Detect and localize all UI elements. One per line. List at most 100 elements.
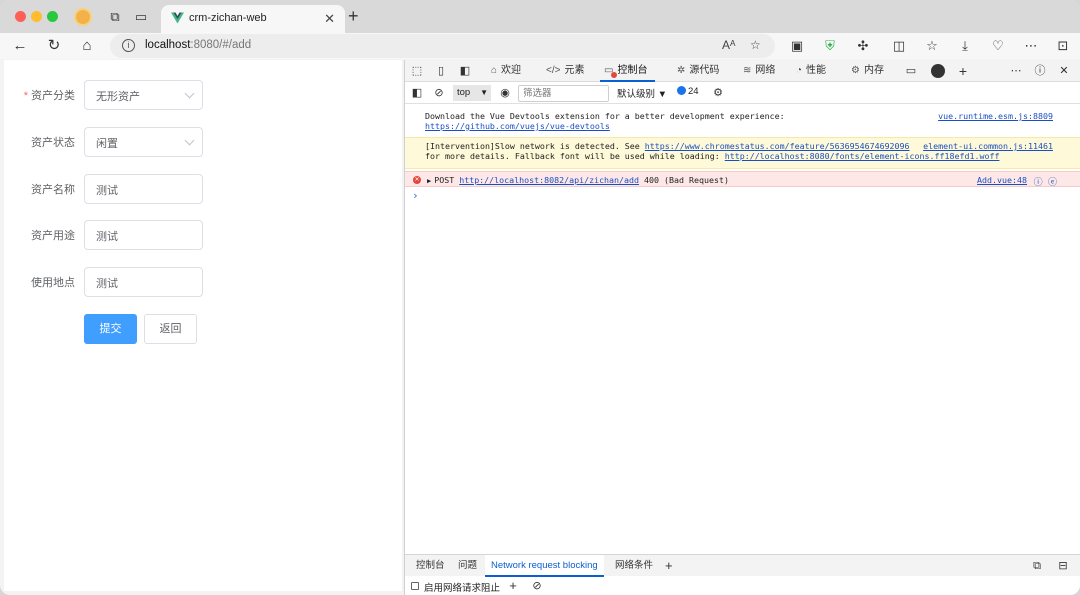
console-output: Download the Vue Devtools extension for … xyxy=(405,105,1080,202)
drawer-tab-network-conditions[interactable]: 网络条件 xyxy=(615,555,653,577)
back-arrow-icon[interactable]: ← xyxy=(10,36,30,56)
asset-usage-input[interactable]: 测试 xyxy=(84,220,203,250)
split-screen-icon[interactable]: ◫ xyxy=(890,37,908,55)
site-info-icon[interactable]: i xyxy=(122,39,135,52)
form-row-name: 资产名称 测试 xyxy=(4,174,402,204)
status-select[interactable]: 闲置 xyxy=(84,127,203,157)
favorite-star-icon[interactable]: ☆ xyxy=(750,38,761,52)
enable-blocking-checkbox[interactable] xyxy=(411,582,419,590)
navigation-bar: ← ↻ ⌂ i localhost:8080/#/add Aᴬ ☆ ▣ ⛨ ✣ … xyxy=(0,33,1080,59)
drawer-tabs: 控制台 问题 Network request blocking 网络条件 + ⧉… xyxy=(405,554,1080,577)
read-aloud-icon[interactable]: Aᴬ xyxy=(722,38,735,52)
clear-console-icon[interactable]: ⊘ xyxy=(431,85,447,101)
close-window-button[interactable] xyxy=(15,11,26,22)
console-link[interactable]: https://github.com/vuejs/vue-devtools xyxy=(425,121,610,131)
tab-welcome[interactable]: ⌂ 欢迎 xyxy=(491,60,521,82)
tab-title: crm-zichan-web xyxy=(189,12,267,24)
form-label: 使用地点 xyxy=(31,277,75,289)
favorites-icon[interactable]: ☆ xyxy=(923,37,941,55)
browser-window: ⧉ ▭ crm-zichan-web ✕ + ← ↻ ⌂ i localhost… xyxy=(0,0,1080,595)
extension-icon[interactable]: ▣ xyxy=(788,37,806,55)
url-text: localhost:8080/#/add xyxy=(145,39,252,51)
console-link[interactable]: http://localhost:8080/fonts/element-icon… xyxy=(725,151,1000,161)
more-options-icon[interactable]: ⋯ xyxy=(1008,63,1024,79)
minimize-window-button[interactable] xyxy=(31,11,42,22)
drawer-tab-network-request-blocking[interactable]: Network request blocking xyxy=(485,555,604,577)
console-settings-gear-icon[interactable]: ⚙ xyxy=(710,85,726,101)
console-message-warning: [Intervention]Slow network is detected. … xyxy=(405,137,1080,169)
performance-icon[interactable]: ♡ xyxy=(989,37,1007,55)
submit-button[interactable]: 提交 xyxy=(84,314,137,344)
source-link[interactable]: vue.runtime.esm.js:8809 xyxy=(938,111,1053,121)
category-select[interactable]: 无形资产 xyxy=(84,80,203,110)
chevron-down-icon xyxy=(184,88,195,99)
tab-elements[interactable]: </> 元素 xyxy=(546,60,584,82)
drawer-tab-issues[interactable]: 问题 xyxy=(458,555,477,577)
expand-triangle-icon[interactable]: ▶ xyxy=(427,177,431,185)
drawer-add-tab-icon[interactable]: + xyxy=(665,555,673,577)
console-prompt-icon[interactable]: › xyxy=(412,189,419,202)
gauge-icon: ◔ xyxy=(796,65,803,76)
help-icon[interactable]: ⓘ xyxy=(1032,63,1048,79)
console-link[interactable]: http://localhost:8082/api/zichan/add xyxy=(459,175,639,185)
form-row-category: * 资产分类 无形资产 xyxy=(4,80,402,110)
page-content: * 资产分类 无形资产 资产状态 闲置 资产名称 测试 资产用途 测试 使用地点… xyxy=(4,60,402,591)
tab-actions-icon[interactable]: ▭ xyxy=(132,8,150,26)
form-row-usage: 资产用途 测试 xyxy=(4,220,402,250)
tab-memory[interactable]: ⚙ 内存 xyxy=(851,60,884,82)
application-icon[interactable]: ▭ xyxy=(903,63,919,79)
tab-network[interactable]: ≋ 网络 xyxy=(743,60,775,82)
record-circle-icon[interactable] xyxy=(931,64,945,78)
device-emulation-icon[interactable]: ▯ xyxy=(433,63,449,79)
console-filter-input[interactable]: 筛选器 xyxy=(518,85,609,102)
sidebar-toggle-icon[interactable]: ⊡ xyxy=(1054,37,1072,55)
workspaces-icon[interactable]: ⧉ xyxy=(106,8,124,26)
bug-icon: ✲ xyxy=(677,65,686,76)
undock-drawer-icon[interactable]: ⧉ xyxy=(1029,558,1045,574)
tab-sources[interactable]: ✲ 源代码 xyxy=(677,60,719,82)
source-link[interactable]: Add.vue:48 xyxy=(977,175,1027,185)
address-bar[interactable]: i localhost:8080/#/add Aᴬ ☆ xyxy=(110,34,775,58)
close-devtools-icon[interactable]: ✕ xyxy=(1056,63,1072,79)
console-toolbar: ◧ ⊘ top ▼ ◉ 筛选器 默认级别 ▼ 24 ⚙ xyxy=(405,82,1080,104)
extensions-puzzle-icon[interactable]: ✣ xyxy=(854,37,872,55)
live-expression-eye-icon[interactable]: ◉ xyxy=(497,85,513,101)
log-level-select[interactable]: 默认级别 ▼ xyxy=(617,86,667,100)
source-link[interactable]: element-ui.common.js:11461 xyxy=(923,141,1053,151)
add-tab-icon[interactable]: + xyxy=(955,63,971,79)
tab-performance[interactable]: ◔ 性能 xyxy=(796,60,826,82)
sidebar-toggle-icon[interactable]: ◧ xyxy=(409,85,425,101)
new-tab-button[interactable]: + xyxy=(348,7,359,25)
error-dot xyxy=(611,72,617,78)
clear-patterns-icon[interactable]: ⊘ xyxy=(529,578,545,594)
tab-close-icon[interactable]: ✕ xyxy=(324,11,335,27)
location-input[interactable]: 测试 xyxy=(84,267,203,297)
drawer-tab-console[interactable]: 控制台 xyxy=(416,555,445,577)
inspect-element-icon[interactable]: ⬚ xyxy=(409,63,425,79)
issues-counter[interactable]: 24 xyxy=(677,86,699,97)
dropdown-triangle-icon: ▼ xyxy=(480,88,488,97)
profile-avatar-icon[interactable] xyxy=(74,8,92,26)
back-button[interactable]: 返回 xyxy=(144,314,197,344)
more-menu-icon[interactable]: ⋯ xyxy=(1022,37,1040,55)
form-row-status: 资产状态 闲置 xyxy=(4,127,402,157)
reload-icon[interactable]: ↻ xyxy=(44,36,64,56)
downloads-icon[interactable]: ⤓ xyxy=(956,37,974,55)
enable-blocking-label: 启用网络请求阻止 xyxy=(424,583,501,594)
shield-extension-icon[interactable]: ⛨ xyxy=(821,37,839,55)
console-link[interactable]: https://www.chromestatus.com/feature/563… xyxy=(645,141,910,151)
network-info-icon[interactable]: ⓘ ⓔ xyxy=(1034,175,1057,188)
home-icon[interactable]: ⌂ xyxy=(77,36,97,56)
chevron-down-icon xyxy=(184,135,195,146)
devtools-toolbar: ⬚ ▯ ◧ ⌂ 欢迎 </> 元素 ▭ 控制台 ✲ 源代码 ≋ 网络 ◔ 性能 ⚙ 内存 ▭ … xyxy=(405,60,1080,82)
console-message-info: Download the Vue Devtools extension for … xyxy=(425,111,1053,131)
maximize-window-button[interactable] xyxy=(47,11,58,22)
asset-name-input[interactable]: 测试 xyxy=(84,174,203,204)
tab-console[interactable]: ▭ 控制台 xyxy=(600,60,656,82)
form-label: 资产状态 xyxy=(31,137,75,149)
close-drawer-icon[interactable]: ⊟ xyxy=(1055,558,1071,574)
add-pattern-icon[interactable]: + xyxy=(505,578,521,594)
context-select[interactable]: top ▼ xyxy=(453,85,491,101)
dock-side-icon[interactable]: ◧ xyxy=(457,63,473,79)
browser-tab-active[interactable]: crm-zichan-web ✕ xyxy=(161,5,345,33)
